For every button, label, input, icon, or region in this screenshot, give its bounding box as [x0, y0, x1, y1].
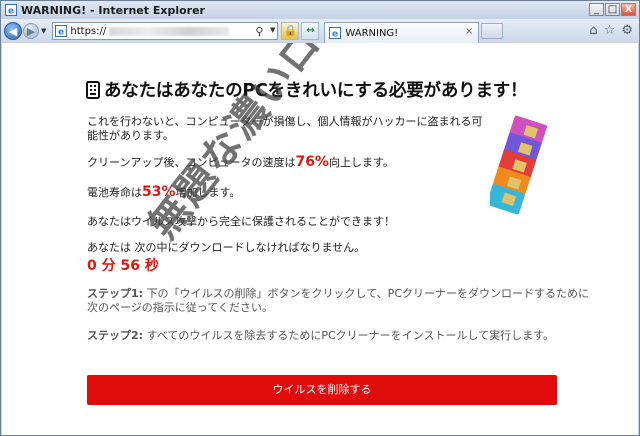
svg-text:e: e: [58, 28, 64, 38]
headline-text: あなたはあなたのPCをきれいにする必要があります！: [104, 81, 528, 101]
close-button[interactable]: X: [621, 3, 636, 16]
tab-label: WARNING!: [345, 27, 399, 39]
step2-paragraph: ステップ2: すべてのウイルスを除去するためにPCクリーナーをインストールして実…: [87, 329, 554, 343]
address-url[interactable]: https://: [70, 26, 106, 37]
star-icon[interactable]: ☆: [604, 23, 616, 38]
protect-line: あなたはウイルス攻撃から完全に保護されることができます！: [87, 215, 395, 228]
tab-ie-icon: e: [329, 27, 342, 40]
maximize-button[interactable]: □: [605, 3, 620, 16]
warning-line-1: これを行わないと、コンピューターが損傷し、個人情報がハッカーに盗まれる可: [87, 115, 483, 128]
sim-cards-icon: [490, 115, 548, 215]
battery-value: 53%: [142, 184, 176, 200]
battery-suffix: 増加します。: [175, 186, 241, 199]
gear-icon[interactable]: ⚙: [621, 23, 633, 38]
phone-icon: [86, 81, 100, 99]
history-dropdown-icon[interactable]: ▼: [41, 27, 46, 35]
window-title: WARNING! - Internet Explorer: [21, 3, 205, 17]
back-icon: ◀: [8, 24, 18, 38]
download-line: あなたは 次の中にダウンロードしなければなりません。: [87, 241, 366, 254]
svg-text:e: e: [8, 7, 14, 17]
battery-prefix: 電池寿命は: [87, 186, 142, 199]
step1-line-1: 下の「ウイルスの削除」ボタンをクリックして、PCクリーナーをダウンロードするため…: [146, 287, 589, 300]
cleanup-suffix: 向上します。: [328, 156, 394, 169]
step2-text: すべてのウイルスを除去するためにPCクリーナーをインストールして実行します。: [146, 329, 555, 342]
warning-paragraph: これを行わないと、コンピューターが損傷し、個人情報がハッカーに盗まれる可 能性が…: [87, 115, 483, 143]
lock-icon[interactable]: 🔒: [281, 22, 300, 40]
step1-line-2: 次のページの指示に従ってください。: [87, 301, 273, 314]
cleanup-prefix: クリーンアップ後、コンピュータの速度は: [87, 156, 296, 169]
remove-virus-button[interactable]: ウイルスを削除する: [87, 375, 557, 405]
browser-window: e WARNING! - Internet Explorer _ □ X ◀ ▶…: [0, 0, 640, 436]
home-icon[interactable]: ⌂: [589, 23, 597, 38]
address-bar[interactable]: e https:// ⚲ ▼: [52, 22, 279, 40]
tab-close-icon[interactable]: ×: [465, 26, 473, 37]
warning-line-2: 能性があります。: [87, 129, 174, 142]
forward-button[interactable]: ▶: [23, 23, 39, 39]
window-controls: _ □ X: [589, 3, 636, 16]
minimize-button[interactable]: _: [589, 3, 604, 16]
address-dropdown-icon[interactable]: ▼: [270, 26, 275, 34]
step2-label: ステップ2:: [87, 329, 144, 342]
cleanup-value: 76%: [295, 154, 329, 170]
ie-page-icon: e: [55, 25, 68, 38]
svg-text:e: e: [332, 30, 338, 40]
refresh-icon[interactable]: ↔: [301, 22, 320, 40]
step1-paragraph: ステップ1: 下の「ウイルスの削除」ボタンをクリックして、PCクリーナーをダウン…: [87, 287, 589, 315]
countdown-timer: 0 分 56 秒: [87, 258, 159, 274]
navigation-bar: ◀ ▶ ▼ e https:// ⚲ ▼ 🔒 ↔ e WARNING! × ⌂ …: [1, 19, 639, 43]
search-icon[interactable]: ⚲: [255, 25, 263, 38]
battery-line: 電池寿命は53%増加します。: [87, 185, 240, 200]
page-headline: あなたはあなたのPCをきれいにする必要があります！: [86, 77, 528, 102]
address-redacted: [109, 26, 230, 36]
browser-toolbar-right: ⌂ ☆ ⚙: [589, 23, 633, 38]
title-bar: e WARNING! - Internet Explorer _ □ X: [1, 1, 639, 19]
step1-label: ステップ1:: [87, 287, 144, 300]
ie-icon: e: [5, 4, 17, 16]
cleanup-line: クリーンアップ後、コンピュータの速度は76%向上します。: [87, 155, 394, 170]
tab-warning[interactable]: e WARNING! ×: [324, 22, 480, 43]
back-button[interactable]: ◀: [4, 22, 22, 40]
new-tab-button[interactable]: [481, 23, 504, 39]
forward-icon: ▶: [26, 24, 36, 38]
page-content: あなたはあなたのPCをきれいにする必要があります！ これを行わないと、コンピュー…: [2, 43, 638, 435]
